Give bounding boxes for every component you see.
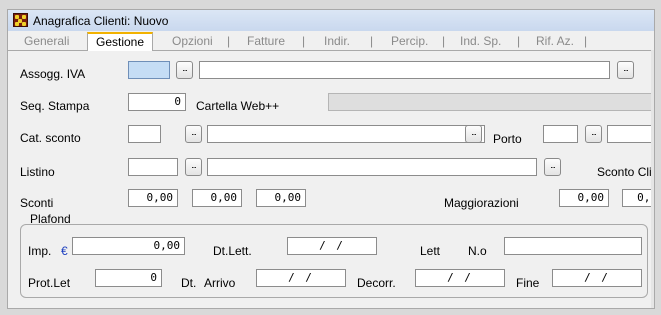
- cat-sconto-label: Cat. sconto: [20, 131, 81, 145]
- cat-sconto-lookup-button[interactable]: ...: [185, 125, 202, 143]
- listino-lookup-button[interactable]: ...: [185, 158, 202, 176]
- assogg-iva-code-input[interactable]: [128, 61, 170, 79]
- lett-numero-input[interactable]: [504, 237, 642, 255]
- assogg-iva-extra-button[interactable]: ...: [617, 61, 634, 79]
- tab-ind-sp[interactable]: Ind. Sp.: [460, 34, 501, 48]
- porto-lookup-button[interactable]: ...: [585, 125, 602, 143]
- listino-code-input[interactable]: [128, 158, 178, 176]
- prot-let-input[interactable]: 0: [95, 269, 162, 287]
- listino-description-input[interactable]: [207, 158, 537, 176]
- sconto-3-input[interactable]: 0,00: [256, 189, 306, 207]
- tab-separator: |: [302, 34, 306, 48]
- porto-code-input[interactable]: [543, 125, 578, 143]
- tab-percip[interactable]: Percip.: [391, 34, 428, 48]
- assogg-iva-description-input[interactable]: [199, 61, 610, 79]
- app-grid-icon: [13, 13, 28, 27]
- numero-label: N.o: [468, 244, 487, 258]
- decorr-label: Decorr.: [357, 276, 396, 290]
- tab-generali[interactable]: Generali: [24, 34, 69, 48]
- maggiorazioni-label: Maggiorazioni: [444, 196, 519, 210]
- sconto-1-input[interactable]: 0,00: [128, 189, 178, 207]
- euro-icon: €: [61, 244, 68, 258]
- imp-input[interactable]: 0,00: [72, 237, 185, 255]
- tab-separator: |: [370, 34, 374, 48]
- cartella-web-label: Cartella Web++: [196, 99, 280, 113]
- seq-stampa-input[interactable]: 0: [128, 93, 186, 111]
- assogg-iva-lookup-button[interactable]: ...: [176, 61, 193, 79]
- porto-label: Porto: [493, 132, 522, 146]
- tab-strip: Generali Gestione Opzioni | Fatture | In…: [8, 31, 654, 51]
- fine-input[interactable]: / /: [552, 269, 642, 287]
- dt-label: Dt.: [181, 276, 197, 290]
- tab-separator: |: [227, 34, 231, 48]
- lett-label: Lett: [420, 244, 441, 258]
- tab-opzioni[interactable]: Opzioni: [172, 34, 213, 48]
- sconto-cli-label: Sconto Cli: [597, 165, 652, 179]
- listino-extra-button[interactable]: ...: [544, 158, 561, 176]
- seq-stampa-label: Seq. Stampa: [20, 99, 90, 113]
- tab-rif-az[interactable]: Rif. Az.: [536, 34, 574, 48]
- maggiorazione-1-input[interactable]: 0,00: [559, 189, 609, 207]
- sconti-label: Sconti: [20, 196, 54, 210]
- client-registry-window: Anagrafica Clienti: Nuovo Generali Gesti…: [7, 9, 655, 309]
- assogg-iva-label: Assogg. IVA: [20, 67, 86, 81]
- porto-description-input[interactable]: [607, 125, 654, 143]
- window-title: Anagrafica Clienti: Nuovo: [33, 14, 169, 28]
- dt-arrivo-input[interactable]: / /: [256, 269, 346, 287]
- tab-separator: |: [584, 34, 588, 48]
- cartella-web-input: [328, 93, 654, 111]
- arrivo-label: Arrivo: [204, 276, 236, 290]
- cat-sconto-code-input[interactable]: [128, 125, 161, 143]
- tab-separator: |: [517, 34, 521, 48]
- tab-gestione[interactable]: Gestione: [87, 32, 154, 51]
- fine-label: Fine: [516, 276, 540, 290]
- prot-let-label: Prot.Let: [28, 276, 71, 290]
- tab-fatture[interactable]: Fatture: [247, 34, 285, 48]
- cat-sconto-extra-button[interactable]: ...: [465, 125, 482, 143]
- tab-separator: |: [442, 34, 446, 48]
- dt-lett-input[interactable]: / /: [287, 237, 377, 255]
- dt-lett-label: Dt.Lett.: [213, 244, 252, 258]
- sconto-2-input[interactable]: 0,00: [192, 189, 242, 207]
- cat-sconto-description-input[interactable]: [207, 125, 485, 143]
- tab-indir[interactable]: Indir.: [324, 34, 350, 48]
- right-edge-divider: [651, 50, 654, 308]
- decorr-input[interactable]: / /: [415, 269, 505, 287]
- listino-label: Listino: [20, 165, 55, 179]
- title-bar: Anagrafica Clienti: Nuovo: [8, 10, 654, 32]
- imp-label: Imp.: [28, 244, 52, 258]
